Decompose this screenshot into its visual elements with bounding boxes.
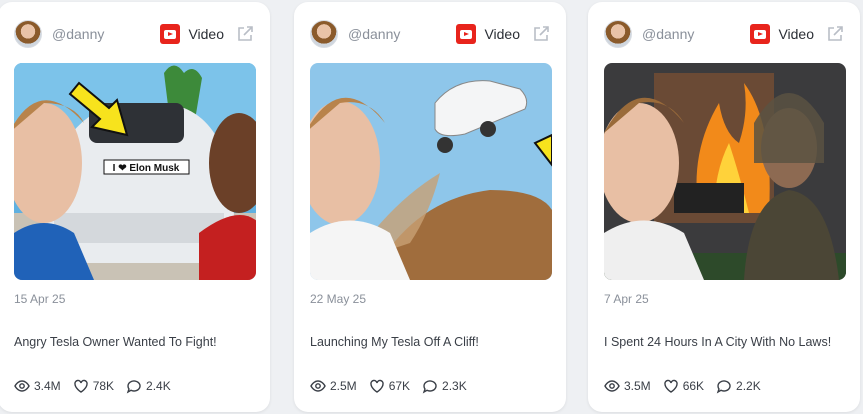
video-card-2[interactable]: @danny Video 22 May 25 Launching My Tesl… bbox=[294, 2, 566, 412]
video-card-1[interactable]: @danny Video I ❤ Elon Musk 15 Apr 25 Ang… bbox=[0, 2, 270, 412]
video-thumbnail[interactable] bbox=[310, 63, 552, 280]
stats-row: 3.5M 66K 2.2K bbox=[604, 378, 773, 394]
likes-count: 67K bbox=[388, 379, 411, 393]
video-thumbnail[interactable] bbox=[604, 63, 846, 280]
comments-count: 2.4K bbox=[146, 379, 171, 393]
card-header: @danny Video bbox=[310, 20, 550, 48]
eye-icon bbox=[604, 380, 620, 392]
views-stat: 3.4M bbox=[14, 378, 61, 394]
likes-count: 78K bbox=[92, 379, 115, 393]
heart-icon bbox=[73, 379, 88, 393]
avatar[interactable] bbox=[604, 20, 632, 48]
external-link-icon[interactable] bbox=[532, 25, 550, 43]
content-type-label: Video bbox=[778, 26, 814, 42]
views-stat: 3.5M bbox=[604, 378, 651, 394]
video-title[interactable]: Angry Tesla Owner Wanted To Fight! bbox=[14, 335, 258, 349]
comments-stat: 2.2K bbox=[716, 378, 761, 394]
content-type-label: Video bbox=[484, 26, 520, 42]
publish-date: 22 May 25 bbox=[310, 292, 367, 306]
comments-stat: 2.3K bbox=[422, 378, 467, 394]
comments-count: 2.3K bbox=[442, 379, 467, 393]
youtube-icon bbox=[160, 24, 181, 44]
heart-icon bbox=[369, 379, 384, 393]
views-count: 2.5M bbox=[330, 379, 357, 393]
eye-icon bbox=[14, 380, 30, 392]
publish-date: 15 Apr 25 bbox=[14, 292, 66, 306]
comments-stat: 2.4K bbox=[126, 378, 171, 394]
video-card-3[interactable]: @danny Video 7 Apr 25 I Spent 24 Hours I… bbox=[588, 2, 860, 412]
likes-count: 66K bbox=[682, 379, 705, 393]
comment-icon bbox=[716, 380, 731, 394]
views-count: 3.5M bbox=[624, 379, 651, 393]
likes-stat: 66K bbox=[663, 378, 704, 394]
heart-icon bbox=[663, 379, 678, 393]
avatar[interactable] bbox=[14, 20, 42, 48]
publish-date: 7 Apr 25 bbox=[604, 292, 649, 306]
comment-icon bbox=[422, 380, 437, 394]
likes-stat: 78K bbox=[73, 378, 114, 394]
author-handle[interactable]: @danny bbox=[348, 26, 456, 42]
views-count: 3.4M bbox=[34, 379, 61, 393]
comments-count: 2.2K bbox=[736, 379, 761, 393]
external-link-icon[interactable] bbox=[826, 25, 844, 43]
content-type-label: Video bbox=[188, 26, 224, 42]
views-stat: 2.5M bbox=[310, 378, 357, 394]
youtube-icon bbox=[456, 24, 477, 44]
video-thumbnail[interactable]: I ❤ Elon Musk bbox=[14, 63, 256, 280]
author-handle[interactable]: @danny bbox=[52, 26, 160, 42]
card-header: @danny Video bbox=[604, 20, 844, 48]
eye-icon bbox=[310, 380, 326, 392]
thumbnail-image: I ❤ Elon Musk bbox=[14, 63, 256, 280]
card-header: @danny Video bbox=[14, 20, 254, 48]
stats-row: 2.5M 67K 2.3K bbox=[310, 378, 479, 394]
video-title[interactable]: I Spent 24 Hours In A City With No Laws! bbox=[604, 335, 848, 349]
avatar[interactable] bbox=[310, 20, 338, 48]
stats-row: 3.4M 78K 2.4K bbox=[14, 378, 183, 394]
license-plate-text: I ❤ Elon Musk bbox=[113, 163, 180, 174]
likes-stat: 67K bbox=[369, 378, 410, 394]
video-title[interactable]: Launching My Tesla Off A Cliff! bbox=[310, 335, 554, 349]
author-handle[interactable]: @danny bbox=[642, 26, 750, 42]
comment-icon bbox=[126, 380, 141, 394]
external-link-icon[interactable] bbox=[236, 25, 254, 43]
youtube-icon bbox=[750, 24, 771, 44]
thumbnail-image bbox=[604, 63, 846, 280]
thumbnail-image bbox=[310, 63, 552, 280]
